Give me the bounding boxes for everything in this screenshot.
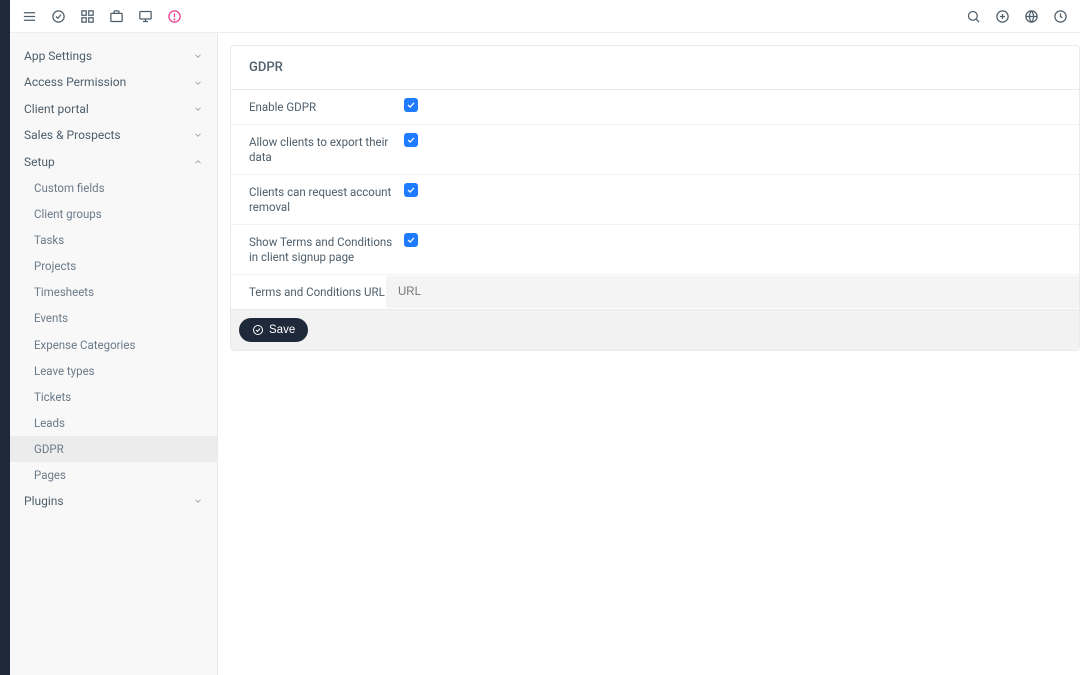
sidebar-sub-custom-fields[interactable]: Custom fields [10, 175, 217, 201]
sidebar-item-sales-prospects[interactable]: Sales & Prospects [10, 122, 217, 148]
chevron-down-icon [193, 78, 203, 88]
sidebar-item-label: Sales & Prospects [24, 128, 121, 142]
sidebar-item-label: Client portal [24, 102, 89, 116]
checkbox-allow-export[interactable] [404, 133, 418, 147]
globe-icon[interactable] [1024, 9, 1039, 24]
chevron-down-icon [193, 130, 203, 140]
menu-icon[interactable] [22, 9, 37, 24]
sidebar-item-plugins[interactable]: Plugins [10, 488, 217, 514]
sidebar-sub-tasks[interactable]: Tasks [10, 227, 217, 253]
save-button[interactable]: Save [239, 318, 308, 342]
checkbox-enable-gdpr[interactable] [404, 98, 418, 112]
sidebar-item-label: Setup [24, 155, 55, 169]
row-allow-export: Allow clients to export their data [231, 125, 1079, 175]
row-label: Allow clients to export their data [249, 133, 404, 166]
chevron-down-icon [193, 104, 203, 114]
sidebar-sub-leads[interactable]: Leads [10, 410, 217, 436]
row-enable-gdpr: Enable GDPR [231, 90, 1079, 125]
sidebar-item-label: Access Permission [24, 75, 126, 89]
row-label: Clients can request account removal [249, 183, 404, 216]
row-account-removal: Clients can request account removal [231, 175, 1079, 225]
sidebar-sub-events[interactable]: Events [10, 305, 217, 331]
sidebar-sub-gdpr[interactable]: GDPR [10, 436, 217, 462]
save-button-label: Save [269, 324, 295, 336]
briefcase-icon[interactable] [109, 9, 124, 24]
plus-circle-icon[interactable] [995, 9, 1010, 24]
gdpr-card: GDPR Enable GDPR Allow clients to exp [230, 45, 1080, 351]
check-circle-icon[interactable] [51, 9, 66, 24]
sidebar-item-client-portal[interactable]: Client portal [10, 96, 217, 122]
checkbox-show-terms[interactable] [404, 233, 418, 247]
sidebar-sub-pages[interactable]: Pages [10, 462, 217, 488]
topbar [10, 0, 1080, 33]
sidebar-sub-timesheets[interactable]: Timesheets [10, 279, 217, 305]
left-rail [0, 0, 10, 675]
row-label: Enable GDPR [249, 98, 404, 116]
search-icon[interactable] [966, 9, 981, 24]
sidebar-item-label: App Settings [24, 49, 92, 63]
check-circle-icon [252, 324, 264, 336]
sidebar-item-app-settings[interactable]: App Settings [10, 43, 217, 69]
sidebar-item-access-permission[interactable]: Access Permission [10, 69, 217, 95]
sidebar-sub-leave-types[interactable]: Leave types [10, 358, 217, 384]
sidebar-sub-tickets[interactable]: Tickets [10, 384, 217, 410]
card-footer: Save [231, 309, 1079, 350]
sidebar-item-setup[interactable]: Setup [10, 149, 217, 175]
sidebar-sub-expense-categories[interactable]: Expense Categories [10, 332, 217, 358]
grid-icon[interactable] [80, 9, 95, 24]
terms-url-input[interactable] [386, 276, 1079, 308]
sidebar-item-label: Plugins [24, 494, 64, 508]
row-terms-url: Terms and Conditions URL [231, 275, 1079, 309]
page-title: GDPR [231, 46, 1079, 90]
sidebar-sub-projects[interactable]: Projects [10, 253, 217, 279]
row-show-terms: Show Terms and Conditions in client sign… [231, 225, 1079, 275]
content-area: GDPR Enable GDPR Allow clients to exp [218, 33, 1080, 675]
clock-icon[interactable] [1053, 9, 1068, 24]
row-label: Terms and Conditions URL [231, 275, 386, 309]
chevron-down-icon [193, 157, 203, 167]
chevron-down-icon [193, 496, 203, 506]
alert-icon[interactable] [167, 9, 182, 24]
sidebar: App Settings Access Permission Client po… [10, 33, 218, 675]
row-label: Show Terms and Conditions in client sign… [249, 233, 404, 266]
checkbox-account-removal[interactable] [404, 183, 418, 197]
sidebar-sub-client-groups[interactable]: Client groups [10, 201, 217, 227]
chevron-down-icon [193, 51, 203, 61]
sidebar-setup-sublist: Custom fields Client groups Tasks Projec… [10, 175, 217, 488]
monitor-icon[interactable] [138, 9, 153, 24]
